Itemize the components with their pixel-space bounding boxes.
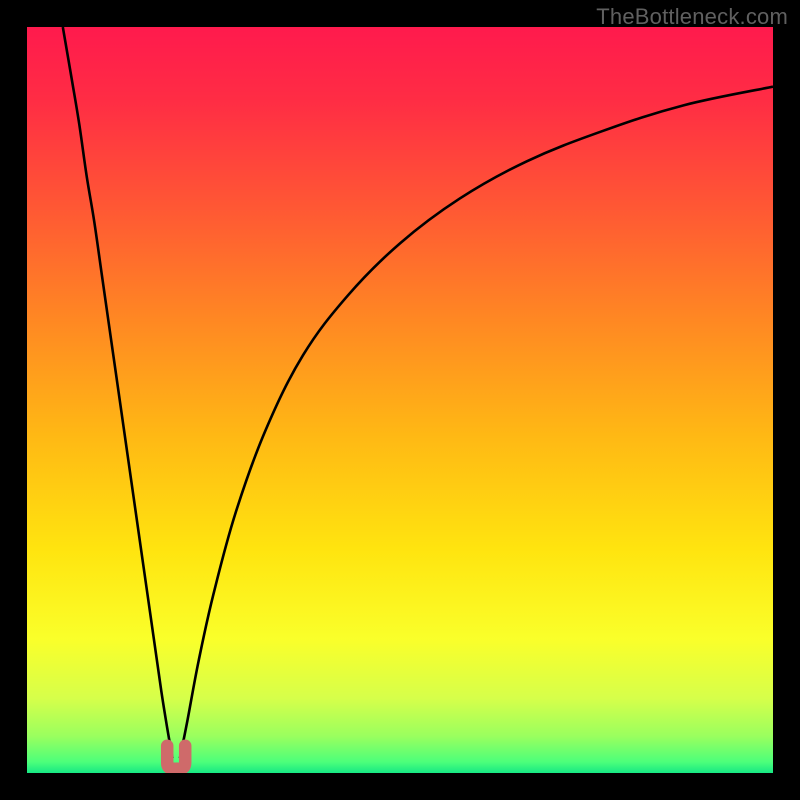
watermark-text: TheBottleneck.com [596,4,788,30]
outer-frame: TheBottleneck.com [0,0,800,800]
chart-svg [27,27,773,773]
plot-area [27,27,773,773]
gradient-background [27,27,773,773]
